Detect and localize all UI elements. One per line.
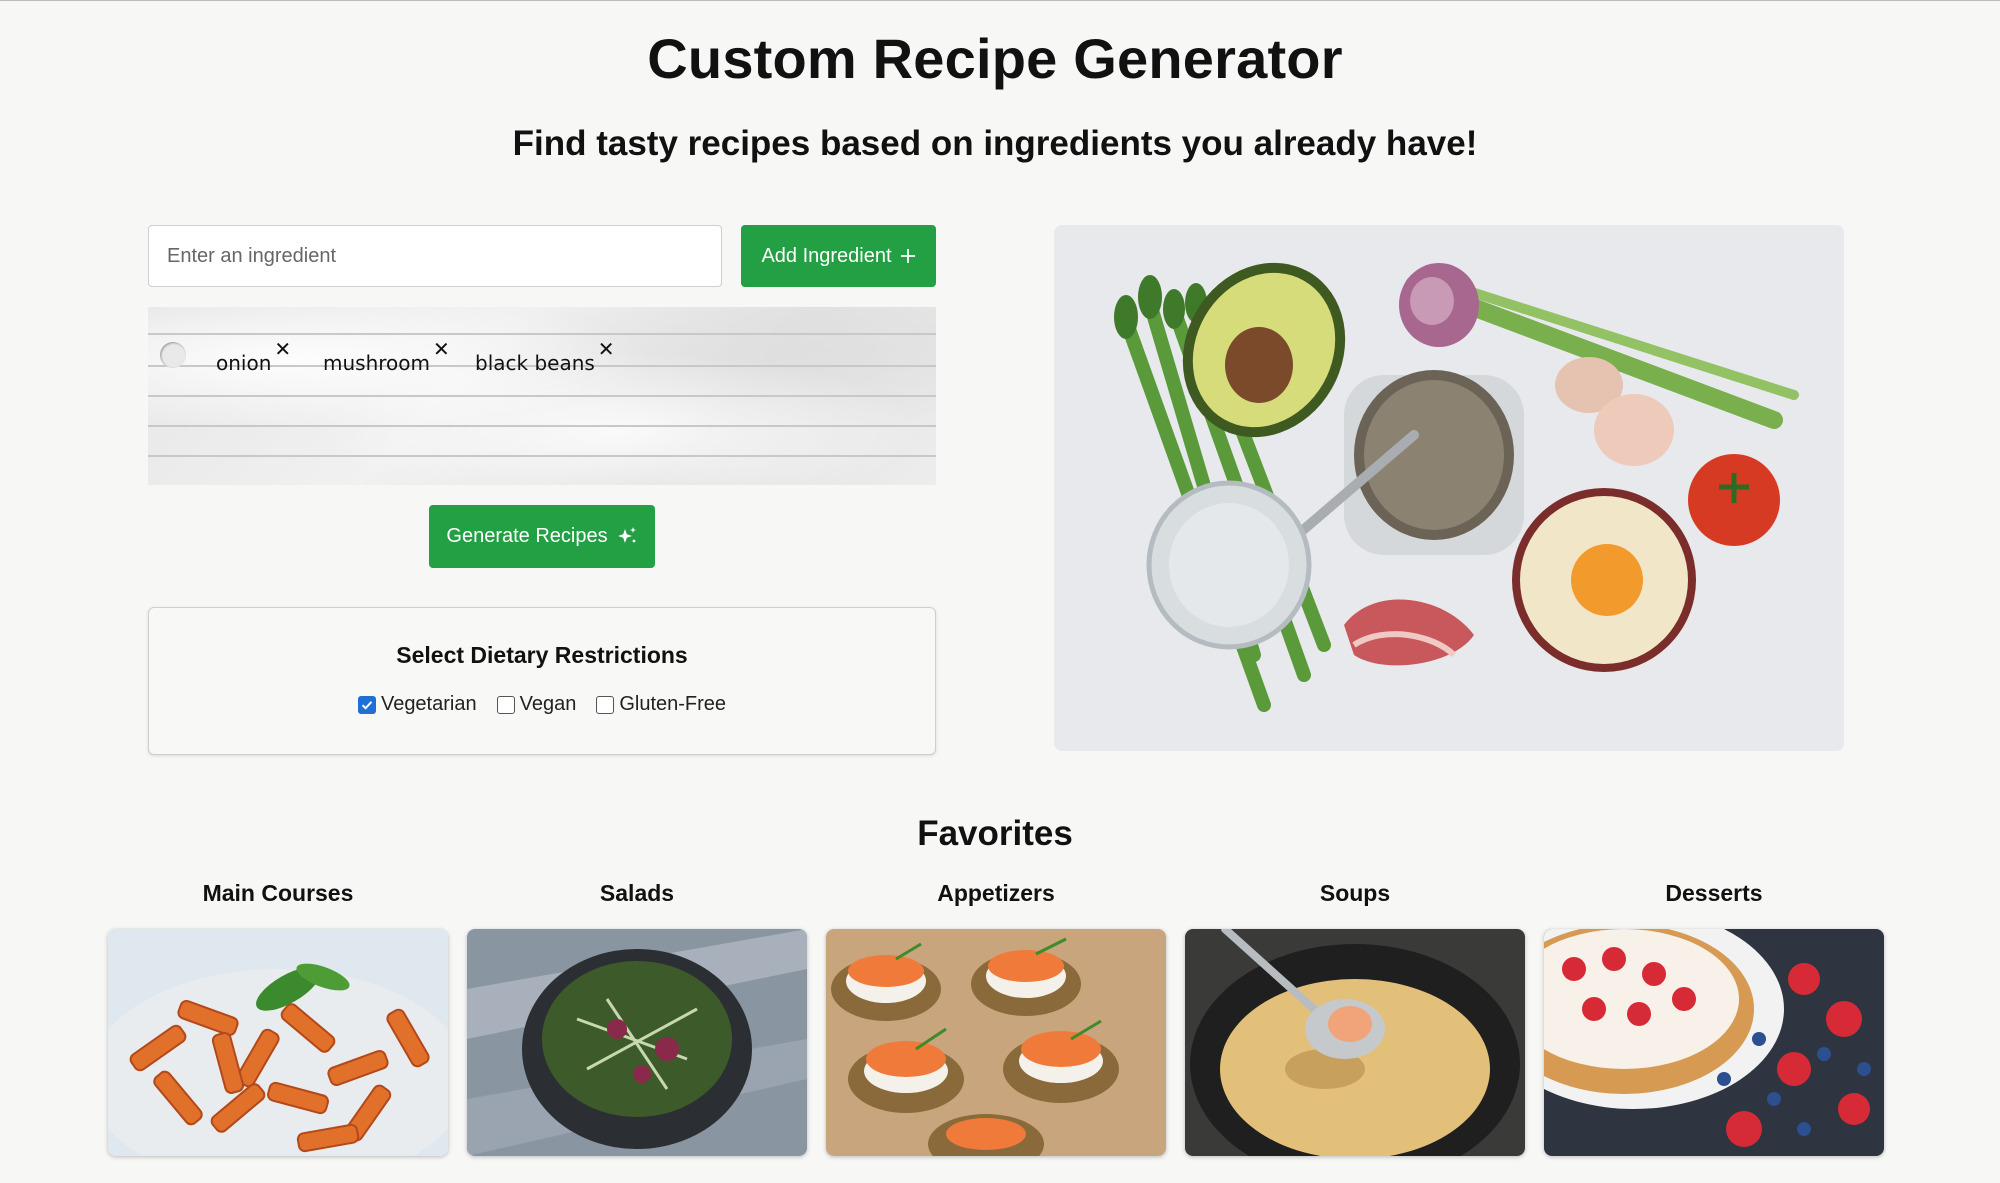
category-card-salads[interactable]	[467, 929, 807, 1156]
page-title: Custom Recipe Generator	[647, 27, 1343, 90]
add-ingredient-label: Add Ingredient	[761, 244, 892, 267]
paper-rule	[148, 395, 936, 397]
vegetarian-checkbox[interactable]	[357, 695, 376, 714]
category-label-desserts: Desserts	[1665, 880, 1763, 906]
paper-hole	[160, 342, 186, 368]
gluten-free-option[interactable]: Gluten-Free	[596, 693, 726, 716]
favorites-title: Favorites	[917, 814, 1073, 853]
category-label-salads: Salads	[599, 880, 675, 906]
vegetarian-option[interactable]: Vegetarian	[357, 693, 477, 716]
category-card-soups[interactable]	[1185, 929, 1525, 1156]
gluten-free-checkbox[interactable]	[596, 695, 615, 714]
category-card-main-courses[interactable]	[108, 929, 448, 1156]
category-label-main-courses: Main Courses	[202, 880, 354, 906]
close-icon[interactable]: ✕	[274, 339, 291, 359]
ingredients-hero-image	[1054, 225, 1844, 751]
category-card-desserts[interactable]	[1544, 929, 1884, 1156]
ingredient-chip-onion: onion ✕	[216, 339, 291, 375]
dietary-restrictions-panel: Select Dietary Restrictions Vegetarian V…	[148, 607, 936, 755]
sparkles-icon	[616, 526, 638, 548]
vegan-label: Vegan	[519, 693, 577, 715]
plus-icon	[900, 248, 916, 264]
gluten-free-label: Gluten-Free	[619, 693, 727, 715]
vegan-option[interactable]: Vegan	[496, 693, 577, 716]
add-ingredient-button[interactable]: Add Ingredient	[741, 225, 936, 287]
paper-rule	[148, 333, 936, 335]
dietary-restrictions-title: Select Dietary Restrictions	[396, 642, 688, 668]
dietary-options: Vegetarian Vegan Gluten-Free	[149, 693, 935, 716]
close-icon[interactable]: ✕	[598, 339, 615, 359]
paper-rule	[148, 455, 936, 457]
ingredient-chip-mushroom: mushroom ✕	[323, 339, 450, 375]
page-subtitle: Find tasty recipes based on ingredients …	[512, 124, 1478, 163]
generate-recipes-button[interactable]: Generate Recipes	[429, 505, 655, 568]
ingredient-list: onion ✕ mushroom ✕ black beans ✕	[148, 307, 936, 485]
category-label-soups: Soups	[1319, 880, 1391, 906]
close-icon[interactable]: ✕	[433, 339, 450, 359]
top-border	[0, 0, 2000, 1]
ingredient-input[interactable]	[148, 225, 722, 287]
paper-rule	[148, 425, 936, 427]
vegan-checkbox[interactable]	[496, 695, 515, 714]
ingredient-chip-label: onion	[216, 351, 272, 375]
ingredient-chip-black-beans: black beans ✕	[475, 339, 615, 375]
generate-recipes-label: Generate Recipes	[446, 525, 608, 547]
category-card-appetizers[interactable]	[826, 929, 1166, 1156]
vegetarian-label: Vegetarian	[380, 693, 477, 715]
ingredient-chip-label: mushroom	[323, 351, 430, 375]
category-label-appetizers: Appetizers	[937, 880, 1055, 906]
ingredient-chip-label: black beans	[475, 351, 595, 375]
